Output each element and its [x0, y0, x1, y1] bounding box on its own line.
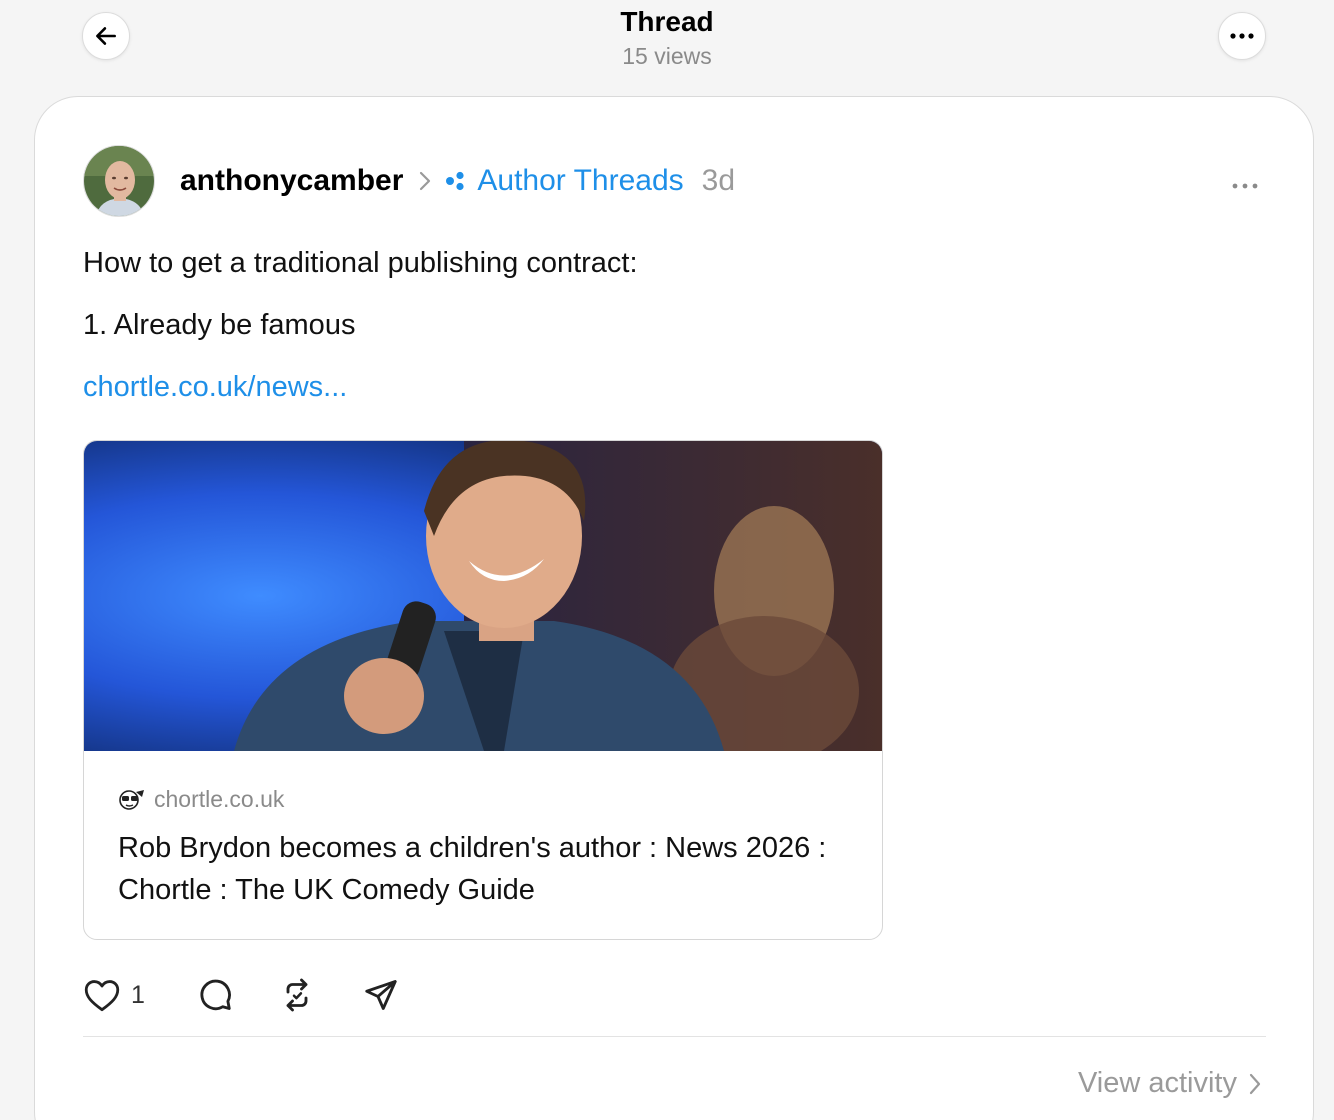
link-preview-card[interactable]: chortle.co.uk Rob Brydon becomes a child… — [83, 440, 883, 940]
like-count: 1 — [131, 980, 145, 1009]
repost-button[interactable] — [279, 977, 315, 1013]
repost-icon — [286, 978, 308, 1012]
topic-tag[interactable]: Author Threads — [445, 164, 684, 198]
ellipsis-icon — [1230, 33, 1254, 39]
post-text-line: 1. Already be famous — [83, 309, 356, 341]
view-activity-label: View activity — [1077, 1067, 1237, 1099]
username[interactable]: anthonycamber — [180, 164, 403, 198]
post-header: anthonycamber Author Threads 3d — [180, 163, 735, 199]
comment-icon — [200, 979, 231, 1011]
link-site: chortle.co.uk — [154, 786, 285, 812]
more-options-button[interactable] — [1218, 12, 1266, 60]
post-actions: 1 — [83, 977, 399, 1013]
site-favicon-icon — [118, 788, 146, 812]
link-title: Rob Brydon becomes a children's author :… — [118, 832, 827, 906]
post-link[interactable]: chortle.co.uk/news... — [83, 371, 347, 404]
link-preview-image — [84, 441, 882, 766]
ellipsis-icon — [1232, 183, 1258, 189]
post-time: 3d — [701, 164, 736, 197]
chevron-right-icon — [1249, 1073, 1261, 1094]
post-more-button[interactable] — [1231, 177, 1259, 195]
page-title: Thread — [620, 6, 714, 37]
view-count: 15 views — [622, 43, 712, 69]
view-activity-link[interactable]: View activity — [1078, 1067, 1261, 1100]
top-bar: Thread 15 views — [0, 0, 1334, 96]
chevron-right-icon — [419, 171, 431, 191]
community-icon — [445, 171, 467, 191]
comment-button[interactable] — [197, 977, 233, 1013]
avatar[interactable] — [83, 145, 155, 217]
divider — [83, 1036, 1266, 1037]
thread-post-card: anthonycamber Author Threads 3d How to g… — [34, 96, 1314, 1120]
heart-icon — [84, 980, 120, 1012]
like-button[interactable]: 1 — [83, 978, 145, 1012]
topic-label: Author Threads — [477, 164, 684, 197]
post-text-line: How to get a traditional publishing cont… — [83, 247, 638, 279]
share-icon — [365, 980, 397, 1010]
link-site-row: chortle.co.uk — [118, 786, 284, 813]
share-button[interactable] — [363, 977, 399, 1013]
